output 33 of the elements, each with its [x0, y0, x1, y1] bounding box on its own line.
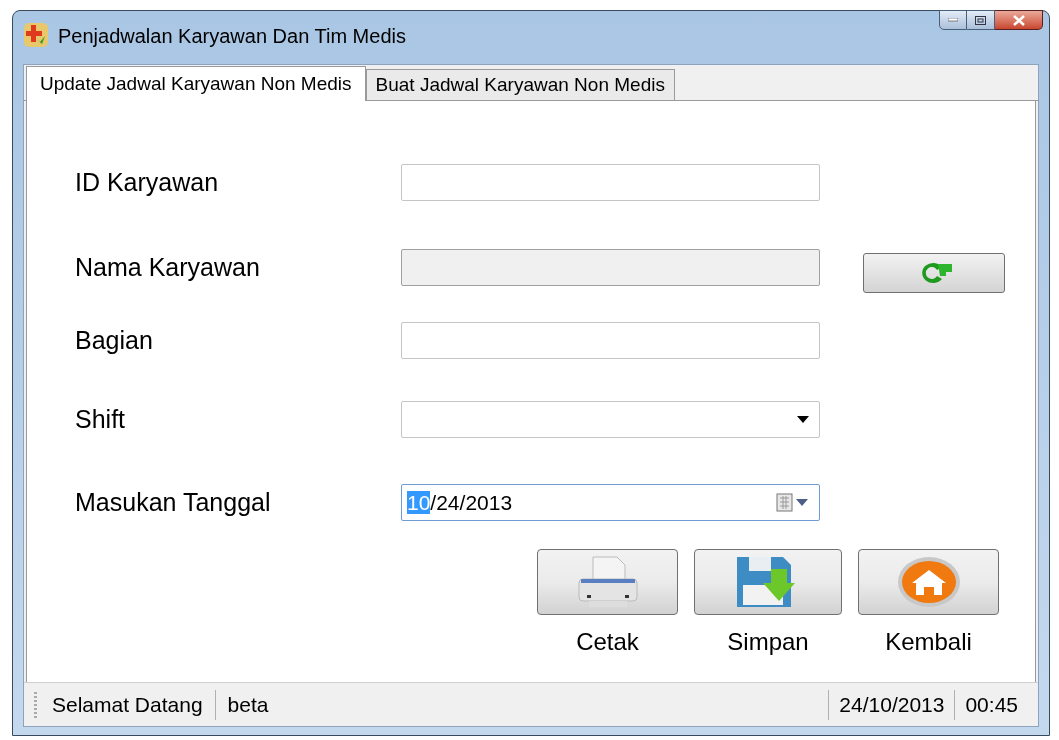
- input-field[interactable]: [401, 249, 820, 286]
- minimize-button[interactable]: [939, 10, 967, 30]
- refresh-button[interactable]: [863, 252, 1005, 293]
- status-text: Selamat Datang: [51, 691, 204, 718]
- button-label: Cetak: [576, 627, 639, 657]
- grip-icon: [34, 690, 37, 719]
- input-field[interactable]: [401, 322, 820, 359]
- status-text: 00:45: [954, 689, 1028, 720]
- close-button[interactable]: [995, 10, 1043, 30]
- status-text: 24/10/2013: [828, 689, 955, 720]
- tab[interactable]: Update Jadwal Karyawan Non Medis: [26, 66, 366, 101]
- maximize-icon: [975, 15, 986, 25]
- input-field[interactable]: [401, 164, 820, 201]
- maximize-button[interactable]: [967, 10, 995, 30]
- action-button[interactable]: [694, 549, 842, 615]
- status-text: beta: [214, 689, 274, 720]
- field-label: Nama Karyawan: [75, 251, 261, 283]
- field-label: ID Karyawan: [75, 166, 220, 198]
- tab[interactable]: Buat Jadwal Karyawan Non Medis: [365, 69, 675, 100]
- calendar-icon: [776, 492, 794, 513]
- close-icon: [1012, 14, 1025, 26]
- minimize-icon: [948, 18, 958, 22]
- window-title: Penjadwalan Karyawan Dan Tim Medis: [58, 24, 406, 49]
- dropdown-arrow-icon: [797, 416, 809, 423]
- dropdown-arrow-icon: [796, 499, 808, 506]
- button-label: Kembali: [885, 627, 972, 657]
- field-label: Shift: [75, 403, 127, 435]
- action-button[interactable]: [858, 549, 999, 615]
- field-label: Masukan Tanggal: [75, 486, 272, 518]
- app-icon: [23, 22, 49, 48]
- button-label: Simpan: [727, 627, 809, 657]
- field-label: Bagian: [75, 324, 154, 356]
- action-button[interactable]: [537, 549, 678, 615]
